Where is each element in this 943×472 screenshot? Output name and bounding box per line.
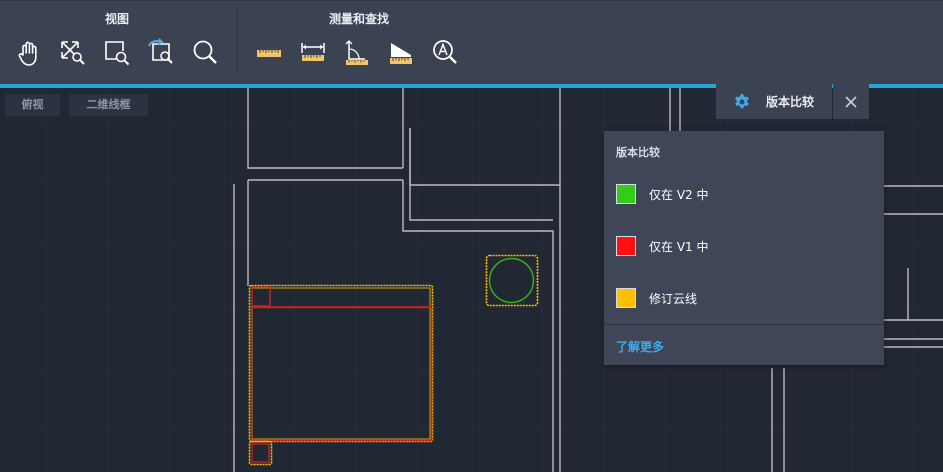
legend-item-v1-only: 仅在 V1 中: [616, 235, 708, 257]
legend-label: 仅在 V1 中: [649, 239, 709, 254]
measure-distance-icon: [301, 43, 325, 61]
legend-swatch-red: [616, 236, 636, 256]
popup-divider: [604, 324, 884, 325]
legend-item-v2-only: 仅在 V2 中: [616, 183, 708, 205]
version-compare-popup: 版本比较 仅在 V2 中 仅在 V1 中 修订云线 了解更多: [604, 131, 884, 365]
learn-more-link[interactable]: 了解更多: [616, 338, 664, 355]
legend-label: 仅在 V2 中: [649, 187, 709, 202]
measure-area-icon: [390, 43, 412, 64]
legend-swatch-amber: [616, 288, 636, 308]
gear-icon: [735, 93, 749, 108]
visual-style-button[interactable]: 二维线框: [69, 94, 148, 116]
version-compare-tab[interactable]: 版本比较: [716, 84, 832, 119]
legend-item-revision-cloud: 修订云线: [616, 287, 697, 309]
view-direction-button[interactable]: 俯视: [5, 94, 60, 116]
measure-angle-icon: [345, 40, 368, 65]
view-group-label: 视图: [105, 12, 130, 26]
zoom-extents-button[interactable]: [57, 37, 89, 69]
close-icon: [845, 95, 857, 108]
zoom-window-button[interactable]: [101, 37, 133, 69]
measure-quick-button[interactable]: [253, 37, 285, 69]
measure-distance-button[interactable]: [297, 37, 329, 69]
zoom-extents-icon: [61, 41, 85, 65]
version-compare-tab-label: 版本比较: [766, 95, 815, 109]
find-text-icon: [433, 40, 457, 64]
measure-area-button[interactable]: [385, 37, 417, 69]
pan-tool-button[interactable]: [13, 37, 45, 69]
zoom-previous-icon: [148, 38, 173, 64]
popup-title: 版本比较: [616, 146, 660, 159]
legend-label: 修订云线: [649, 291, 698, 306]
ribbon-toolbar: 视图 测量和查找: [0, 0, 943, 84]
close-compare-button[interactable]: [833, 84, 869, 119]
measure-angle-button[interactable]: [341, 37, 373, 69]
zoom-window-icon: [105, 41, 130, 66]
zoom-realtime-button[interactable]: [189, 37, 221, 69]
zoom-previous-button[interactable]: [145, 37, 177, 69]
app-root: 视图 测量和查找 俯视 二维线框 版本比较 版本比较 仅在 V2 中 仅在 V1…: [0, 0, 943, 472]
pan-hand-icon: [18, 41, 37, 66]
group-separator: [237, 9, 238, 71]
legend-swatch-green: [616, 184, 636, 204]
measure-ruler-icon: [257, 50, 281, 57]
measure-group-label: 测量和查找: [329, 12, 390, 26]
zoom-magnifier-icon: [193, 40, 217, 64]
find-text-button[interactable]: [429, 37, 461, 69]
